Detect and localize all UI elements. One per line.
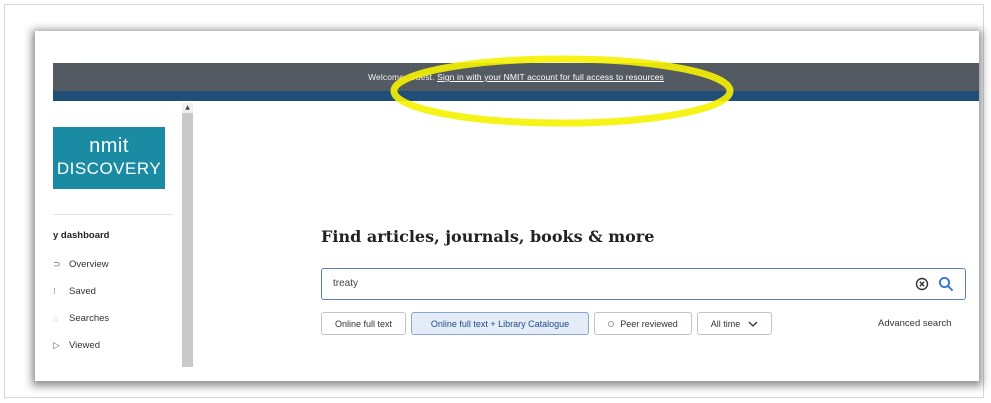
dashboard-title: y dashboard (53, 230, 110, 241)
sidebar-item-overview[interactable]: ⊃ Overview (53, 259, 109, 270)
window-frame: Welcome, Guest. Sign in with your NMIT a… (4, 4, 984, 398)
filter-online-full-text[interactable]: Online full text (321, 312, 406, 335)
clear-icon[interactable] (915, 277, 929, 291)
sidebar-scrollbar[interactable] (182, 103, 193, 367)
search-input-value[interactable]: treaty (333, 278, 358, 289)
sidebar-item-searches[interactable]: ◌ Searches (53, 313, 109, 324)
sidebar-item-label: Searches (69, 313, 110, 324)
saved-icon: ⁝ (53, 286, 56, 296)
sidebar-divider (53, 214, 173, 215)
search-input[interactable]: treaty (321, 268, 966, 300)
filter-label: Online full text (334, 318, 393, 329)
logo-line-2: DISCOVERY (56, 159, 162, 178)
sidebar-item-label: Viewed (69, 340, 100, 351)
date-range-dropdown[interactable]: All time (697, 312, 772, 335)
filter-label: Online full text + Library Catalogue (430, 318, 570, 329)
sign-in-link[interactable]: Sign in with your NMIT account for full … (437, 72, 664, 82)
search-icon[interactable] (938, 276, 954, 292)
header-strip (53, 91, 979, 101)
sidebar-item-saved[interactable]: ⁝ Saved (53, 286, 96, 297)
welcome-banner: Welcome, Guest. Sign in with your NMIT a… (53, 63, 979, 91)
searches-icon: ◌ (53, 313, 59, 324)
peer-reviewed-toggle-icon (608, 320, 615, 327)
filter-online-full-text-catalogue[interactable]: Online full text + Library Catalogue (411, 312, 589, 335)
sidebar-item-label: Saved (69, 286, 96, 297)
filter-peer-reviewed[interactable]: Peer reviewed (594, 312, 692, 335)
nmit-discovery-logo[interactable]: nmit DISCOVERY (53, 127, 165, 189)
dropdown-label: All time (710, 318, 741, 329)
page-headline: Find articles, journals, books & more (321, 227, 655, 246)
viewed-icon: ▷ (53, 340, 60, 350)
sidebar-item-label: Overview (69, 259, 109, 270)
filter-label: Peer reviewed (620, 318, 678, 329)
sidebar-item-viewed[interactable]: ▷ Viewed (53, 340, 100, 351)
screenshot-card: Welcome, Guest. Sign in with your NMIT a… (35, 31, 979, 381)
advanced-search-link[interactable]: Advanced search (878, 318, 951, 329)
scroll-up-arrow-icon[interactable]: ▲ (182, 103, 193, 113)
logo-line-1: nmit (89, 135, 129, 157)
chevron-down-icon (748, 321, 758, 327)
overview-icon: ⊃ (53, 259, 61, 269)
welcome-text: Welcome, Guest. Sign in with your NMIT a… (368, 72, 664, 82)
welcome-guest-text: Welcome, Guest. (368, 72, 438, 82)
